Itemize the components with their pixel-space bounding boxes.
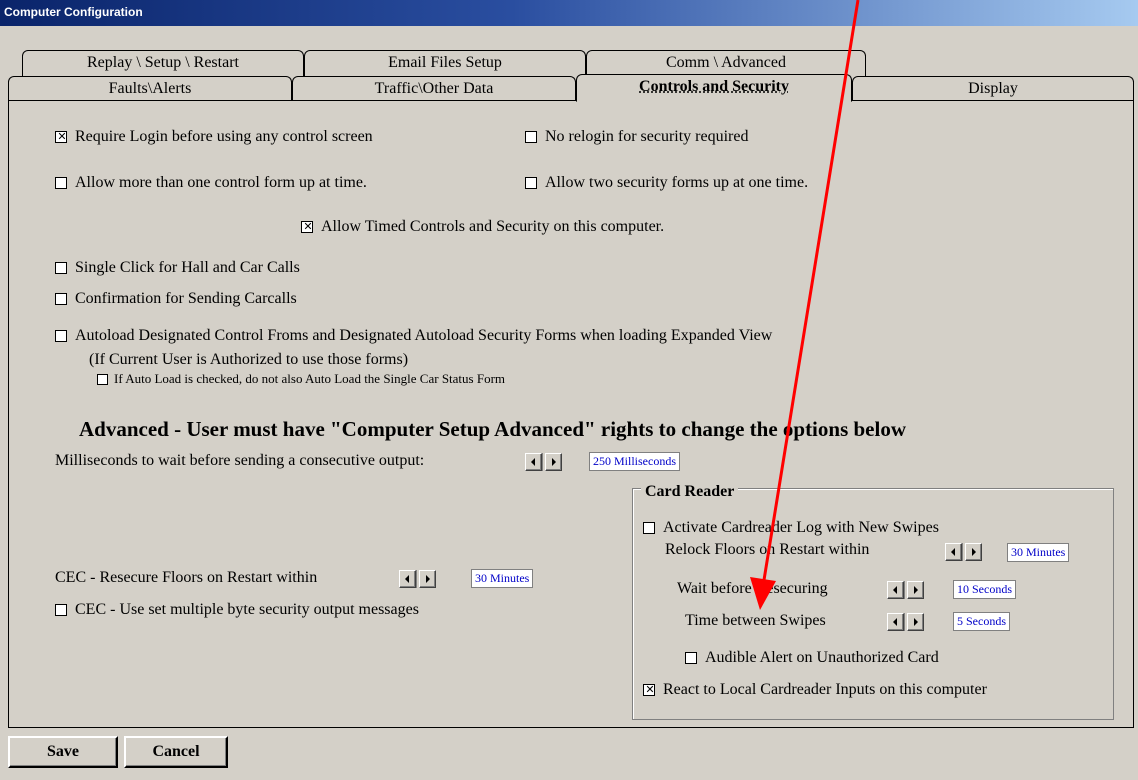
multi-control-form-checkbox[interactable] [55, 177, 67, 189]
tab-controls-and-security[interactable]: Controls and Security [576, 74, 852, 102]
react-local-option[interactable]: React to Local Cardreader Inputs on this… [643, 681, 987, 699]
multi-control-form-option[interactable]: Allow more than one control form up at t… [55, 174, 367, 192]
require-login-checkbox[interactable] [55, 129, 68, 145]
cec-resecure-label: CEC - Resecure Floors on Restart within [55, 569, 318, 586]
relock-increase-button[interactable] [965, 543, 982, 561]
wait-resecure-value: 10 Seconds [953, 580, 1016, 599]
timed-controls-label: Allow Timed Controls and Security on thi… [321, 218, 665, 235]
cancel-button[interactable]: Cancel [124, 736, 228, 768]
button-bar: Save Cancel [0, 728, 1138, 780]
tab-display[interactable]: Display [852, 76, 1134, 100]
ms-wait-label: Milliseconds to wait before sending a co… [55, 452, 425, 469]
require-login-option[interactable]: Require Login before using any control s… [55, 128, 373, 146]
activate-log-checkbox[interactable] [643, 522, 655, 534]
cec-resecure-value: 30 Minutes [471, 569, 534, 588]
between-swipes-label: Time between Swipes [685, 612, 826, 629]
tab-faults-alerts[interactable]: Faults\Alerts [8, 76, 292, 100]
two-security-forms-option[interactable]: Allow two security forms up at one time. [525, 174, 808, 192]
tab-traffic-other-data[interactable]: Traffic\Other Data [292, 76, 576, 100]
timed-controls-checkbox[interactable] [301, 219, 314, 235]
advanced-heading: Advanced - User must have "Computer Setu… [79, 417, 906, 441]
relock-spinner [945, 543, 982, 561]
computer-configuration-window: Computer Configuration Replay \ Setup \ … [0, 0, 1138, 780]
card-reader-group: Card Reader Activate Cardreader Log with… [632, 483, 1114, 720]
wait-resecure-decrease-button[interactable] [887, 581, 904, 599]
single-click-option[interactable]: Single Click for Hall and Car Calls [55, 259, 300, 277]
relock-value: 30 Minutes [1007, 543, 1070, 562]
card-reader-legend: Card Reader [641, 483, 739, 501]
no-relogin-option[interactable]: No relogin for security required [525, 128, 748, 146]
ms-wait-value: 250 Milliseconds [589, 452, 680, 471]
audible-alert-option[interactable]: Audible Alert on Unauthorized Card [685, 649, 939, 667]
confirm-carcalls-checkbox[interactable] [55, 293, 67, 305]
autoload-checkbox[interactable] [55, 330, 67, 342]
window-title: Computer Configuration [4, 5, 143, 19]
require-login-label: Require Login before using any control s… [75, 128, 373, 145]
ms-wait-spinner [525, 453, 562, 471]
between-swipes-decrease-button[interactable] [887, 613, 904, 631]
cec-multibyte-label: CEC - Use set multiple byte security out… [75, 601, 419, 618]
autoload-option[interactable]: Autoload Designated Control Froms and De… [55, 327, 772, 345]
single-click-label: Single Click for Hall and Car Calls [75, 259, 300, 276]
cec-multibyte-option[interactable]: CEC - Use set multiple byte security out… [55, 601, 419, 619]
between-swipes-value: 5 Seconds [953, 612, 1010, 631]
confirm-carcalls-label: Confirmation for Sending Carcalls [75, 290, 297, 307]
cec-resecure-increase-button[interactable] [419, 570, 436, 588]
tab-controls-and-security-label: Controls and Security [639, 78, 789, 95]
activate-log-label: Activate Cardreader Log with New Swipes [663, 519, 939, 536]
cec-resecure-spinner [399, 570, 436, 588]
save-button[interactable]: Save [8, 736, 118, 768]
ms-wait-increase-button[interactable] [545, 453, 562, 471]
two-security-forms-label: Allow two security forms up at one time. [545, 174, 809, 191]
single-click-checkbox[interactable] [55, 262, 67, 274]
wait-resecure-label: Wait before Resecuring [677, 580, 828, 597]
multi-control-form-label: Allow more than one control form up at t… [75, 174, 367, 191]
autoload-label: Autoload Designated Control Froms and De… [75, 327, 773, 344]
tab-replay-setup-restart[interactable]: Replay \ Setup \ Restart [22, 50, 304, 76]
activate-log-option[interactable]: Activate Cardreader Log with New Swipes [643, 519, 939, 537]
relock-decrease-button[interactable] [945, 543, 962, 561]
autoload-note: (If Current User is Authorized to use th… [89, 351, 409, 368]
ms-wait-decrease-button[interactable] [525, 453, 542, 471]
timed-controls-option[interactable]: Allow Timed Controls and Security on thi… [301, 218, 664, 236]
react-local-checkbox[interactable] [643, 682, 656, 698]
no-single-car-checkbox[interactable] [97, 373, 108, 385]
two-security-forms-checkbox[interactable] [525, 177, 537, 189]
wait-resecure-increase-button[interactable] [907, 581, 924, 599]
audible-alert-checkbox[interactable] [685, 652, 697, 664]
confirm-carcalls-option[interactable]: Confirmation for Sending Carcalls [55, 290, 297, 308]
tab-email-files-setup[interactable]: Email Files Setup [304, 50, 586, 76]
tab-comm-advanced[interactable]: Comm \ Advanced [586, 50, 866, 76]
no-single-car-label: If Auto Load is checked, do not also Aut… [114, 371, 506, 386]
cec-multibyte-checkbox[interactable] [55, 604, 67, 616]
no-single-car-option[interactable]: If Auto Load is checked, do not also Aut… [97, 371, 505, 387]
react-local-label: React to Local Cardreader Inputs on this… [663, 681, 987, 698]
cec-resecure-decrease-button[interactable] [399, 570, 416, 588]
audible-alert-label: Audible Alert on Unauthorized Card [705, 649, 939, 666]
relock-label: Relock Floors on Restart within [665, 541, 870, 558]
between-swipes-increase-button[interactable] [907, 613, 924, 631]
between-swipes-spinner [887, 613, 924, 631]
no-relogin-label: No relogin for security required [545, 128, 749, 145]
wait-resecure-spinner [887, 581, 924, 599]
title-bar: Computer Configuration [0, 0, 1138, 26]
no-relogin-checkbox[interactable] [525, 131, 537, 143]
